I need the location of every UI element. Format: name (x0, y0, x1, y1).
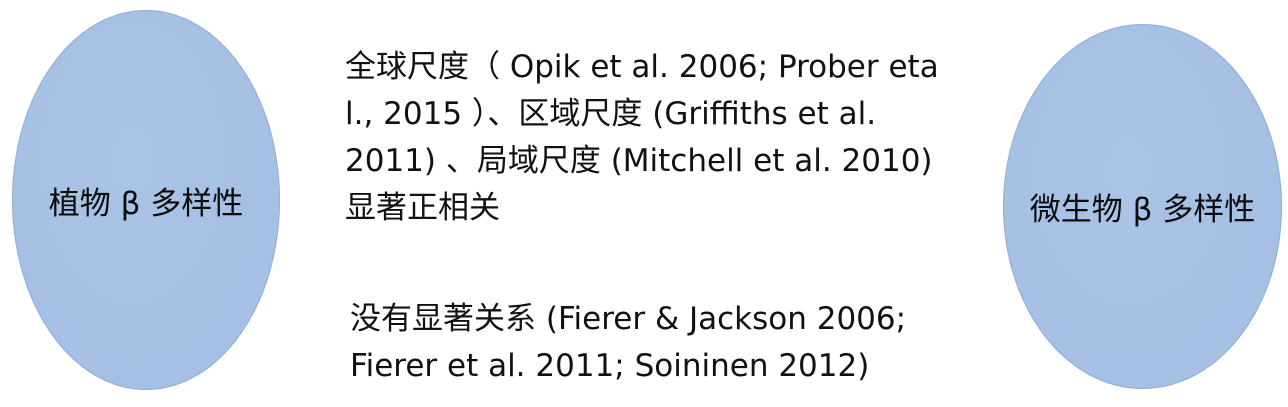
no-correlation-line-1: 没有显著关系 (Fierer & Jackson 2006; (350, 301, 907, 337)
plant-beta-diversity-node: 植物 β 多样性 (12, 10, 280, 390)
positive-correlation-line-4: 显著正相关 (345, 190, 500, 226)
no-correlation-line-2: Fierer et al. 2011; Soininen 2012) (350, 348, 870, 384)
positive-correlation-text: 全球尺度（ Opik et al. 2006; Prober eta l., 2… (345, 44, 939, 232)
microbial-beta-diversity-label: 微生物 β 多样性 (1029, 192, 1256, 228)
positive-correlation-line-3: 2011) 、局域尺度 (Mitchell et al. 2010) (345, 143, 933, 179)
no-correlation-text: 没有显著关系 (Fierer & Jackson 2006; Fierer et… (350, 296, 906, 390)
positive-correlation-line-1: 全球尺度（ Opik et al. 2006; Prober eta (345, 49, 939, 85)
microbial-beta-diversity-node: 微生物 β 多样性 (1003, 24, 1282, 389)
plant-beta-diversity-label: 植物 β 多样性 (48, 185, 244, 222)
positive-correlation-line-2: l., 2015 ）、区域尺度 (Griffiths et al. (345, 96, 877, 132)
